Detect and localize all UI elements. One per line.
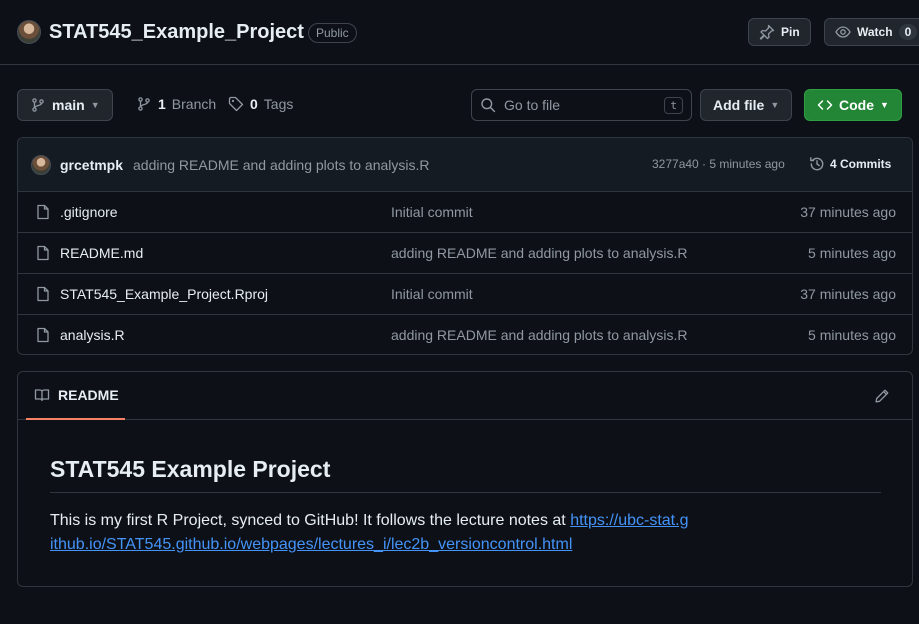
commit-message[interactable]: adding README and adding plots to analys… <box>133 157 430 173</box>
readme-paragraph: This is my first R Project, synced to Gi… <box>50 509 690 557</box>
file-icon <box>35 286 51 302</box>
file-row[interactable]: README.md adding README and adding plots… <box>18 233 912 274</box>
owner-avatar[interactable] <box>17 20 41 44</box>
tag-icon <box>228 96 244 112</box>
repo-page: STAT545_Example_Project Public Pin Watch… <box>0 0 919 624</box>
add-file-button[interactable]: Add file ▼ <box>700 89 793 121</box>
search-shortcut-key: t <box>664 96 683 114</box>
file-icon <box>35 245 51 261</box>
pin-icon <box>759 24 775 40</box>
book-icon <box>34 387 50 403</box>
chevron-down-icon: ▼ <box>770 100 780 110</box>
file-name[interactable]: .gitignore <box>60 204 118 220</box>
repo-title[interactable]: STAT545_Example_Project <box>49 20 304 44</box>
readme-text: This is my first R Project, synced to Gi… <box>50 512 571 529</box>
code-button[interactable]: Code ▼ <box>804 89 902 121</box>
readme-tab-bar: README <box>18 372 912 420</box>
file-commit-message[interactable]: adding README and adding plots to analys… <box>391 327 688 343</box>
commit-author[interactable]: grcetmpk <box>60 157 123 173</box>
latest-commit-bar: grcetmpk adding README and adding plots … <box>18 138 912 192</box>
file-browser: grcetmpk adding README and adding plots … <box>17 137 913 355</box>
chevron-down-icon: ▼ <box>90 100 100 110</box>
pin-button[interactable]: Pin <box>748 18 811 46</box>
file-updated-time: 37 minutes ago <box>800 286 896 302</box>
readme-tab-label: README <box>58 387 119 403</box>
file-commit-message[interactable]: Initial commit <box>391 286 473 302</box>
repo-header: STAT545_Example_Project Public Pin Watch… <box>0 0 919 65</box>
watch-count: 0 <box>898 24 918 40</box>
tags-link[interactable]: 0 Tags <box>228 96 293 112</box>
file-updated-time: 5 minutes ago <box>808 327 896 343</box>
eye-icon <box>835 24 851 40</box>
git-branch-icon <box>30 97 46 113</box>
readme-panel: README STAT545 Example Project This is m… <box>17 371 913 587</box>
file-icon <box>35 327 51 343</box>
branch-selector[interactable]: main ▼ <box>17 89 113 121</box>
pin-label: Pin <box>781 25 800 39</box>
file-updated-time: 5 minutes ago <box>808 245 896 261</box>
branch-name: main <box>52 97 85 113</box>
file-name[interactable]: README.md <box>60 245 143 261</box>
file-row[interactable]: .gitignore Initial commit 37 minutes ago <box>18 192 912 233</box>
go-to-file-search[interactable]: t <box>471 89 692 121</box>
watch-button[interactable]: Watch 0 <box>824 18 919 46</box>
history-icon <box>809 156 825 172</box>
commit-hash-time[interactable]: 3277a40 · 5 minutes ago <box>652 157 785 171</box>
watch-label: Watch <box>857 25 893 39</box>
file-row[interactable]: analysis.R adding README and adding plot… <box>18 315 912 354</box>
chevron-down-icon: ▼ <box>880 100 889 110</box>
branch-count-label: Branch <box>171 96 217 112</box>
pencil-icon[interactable] <box>874 388 890 404</box>
branches-link[interactable]: 1 Branch <box>136 96 216 112</box>
file-row[interactable]: STAT545_Example_Project.Rproj Initial co… <box>18 274 912 315</box>
file-updated-time: 37 minutes ago <box>800 204 896 220</box>
tab-readme[interactable]: README <box>26 372 125 420</box>
file-icon <box>35 204 51 220</box>
commit-author-avatar[interactable] <box>31 155 51 175</box>
file-name[interactable]: analysis.R <box>60 327 125 343</box>
file-commit-message[interactable]: Initial commit <box>391 204 473 220</box>
go-to-file-input[interactable] <box>504 97 657 113</box>
visibility-badge: Public <box>308 23 357 43</box>
file-commit-message[interactable]: adding README and adding plots to analys… <box>391 245 688 261</box>
branch-count: 1 <box>158 96 166 112</box>
commits-history-link[interactable]: 4 Commits <box>809 156 891 172</box>
commits-count: 4 Commits <box>830 157 892 171</box>
add-file-label: Add file <box>713 97 765 113</box>
tag-count-label: Tags <box>263 96 294 112</box>
file-name[interactable]: STAT545_Example_Project.Rproj <box>60 286 268 302</box>
search-icon <box>480 97 496 113</box>
code-label: Code <box>839 97 874 113</box>
readme-heading: STAT545 Example Project <box>50 456 881 493</box>
tag-count: 0 <box>250 96 258 112</box>
code-icon <box>817 97 833 113</box>
git-branch-icon <box>136 96 152 112</box>
